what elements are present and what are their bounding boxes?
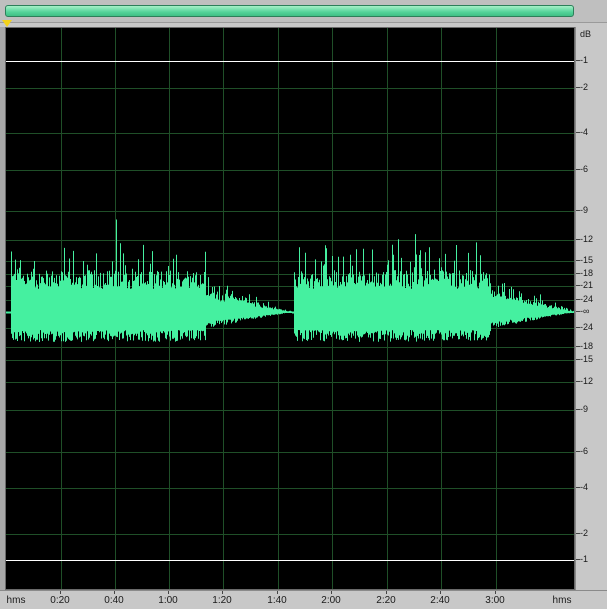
db-label: -4 <box>580 127 589 137</box>
time-label: 1:20 <box>212 595 232 606</box>
time-tick <box>495 591 496 594</box>
db-label: -4 <box>580 482 589 492</box>
time-tick <box>386 591 387 594</box>
db-label: -1 <box>580 55 589 65</box>
time-label: 1:40 <box>267 595 287 606</box>
db-tick <box>576 87 580 88</box>
time-tick <box>277 591 278 594</box>
time-label: 2:20 <box>376 595 396 606</box>
time-unit-left: hms <box>6 595 26 606</box>
db-tick <box>576 346 580 347</box>
playhead-marker-icon[interactable] <box>2 20 12 27</box>
db-tick <box>576 327 580 328</box>
db-label: -18 <box>580 268 594 278</box>
time-tick <box>222 591 223 594</box>
db-tick <box>576 273 580 274</box>
db-tick <box>576 359 580 360</box>
time-tick <box>114 591 115 594</box>
db-label: -∞ <box>580 306 590 316</box>
waveform-trace <box>6 219 574 342</box>
db-label: -9 <box>580 205 589 215</box>
db-tick <box>576 559 580 560</box>
time-label: 2:00 <box>321 595 341 606</box>
time-label: 0:40 <box>104 595 124 606</box>
db-tick <box>576 311 580 312</box>
db-tick <box>576 451 580 452</box>
overview-bar[interactable] <box>0 0 607 23</box>
time-ruler: hms hms 0:20 0:40 1:00 1:20 1:40 2:00 2:20 2:40… <box>0 590 607 609</box>
db-label: -15 <box>580 354 594 364</box>
db-label: -12 <box>580 376 594 386</box>
db-tick <box>576 381 580 382</box>
db-tick <box>576 487 580 488</box>
db-label: -2 <box>580 528 589 538</box>
db-unit-label: dB <box>580 29 592 39</box>
db-label: -21 <box>580 280 594 290</box>
db-tick <box>576 285 580 286</box>
db-label: -12 <box>580 234 594 244</box>
db-label: -6 <box>580 446 589 456</box>
db-tick <box>576 132 580 133</box>
waveform-display[interactable] <box>5 27 575 590</box>
db-label: -1 <box>580 554 589 564</box>
time-label: 3:00 <box>485 595 505 606</box>
db-label: -24 <box>580 322 594 332</box>
db-label: -18 <box>580 341 594 351</box>
time-label: 1:00 <box>158 595 178 606</box>
time-label: 2:40 <box>430 595 450 606</box>
db-tick <box>576 60 580 61</box>
audio-editor-window: dB -1 -2 -4 -6 -9 -12 -15 -18 -21 -24 -∞ -24 -18 -15 -… <box>0 0 607 609</box>
db-tick <box>576 169 580 170</box>
db-tick <box>576 299 580 300</box>
db-tick <box>576 239 580 240</box>
db-label: -24 <box>580 294 594 304</box>
db-tick <box>576 409 580 410</box>
time-label: 0:20 <box>50 595 70 606</box>
db-label: -2 <box>580 82 589 92</box>
db-label: -15 <box>580 255 594 265</box>
time-tick <box>331 591 332 594</box>
waveform-svg <box>6 28 574 589</box>
time-unit-right: hms <box>552 595 572 606</box>
time-tick <box>440 591 441 594</box>
time-tick <box>60 591 61 594</box>
overview-range-handle[interactable] <box>5 5 574 17</box>
db-label: -9 <box>580 404 589 414</box>
db-tick <box>576 210 580 211</box>
db-ruler: dB -1 -2 -4 -6 -9 -12 -15 -18 -21 -24 -∞ -24 -18 -15 -… <box>575 27 607 590</box>
db-label: -6 <box>580 164 589 174</box>
db-tick <box>576 260 580 261</box>
time-tick <box>168 591 169 594</box>
db-tick <box>576 533 580 534</box>
